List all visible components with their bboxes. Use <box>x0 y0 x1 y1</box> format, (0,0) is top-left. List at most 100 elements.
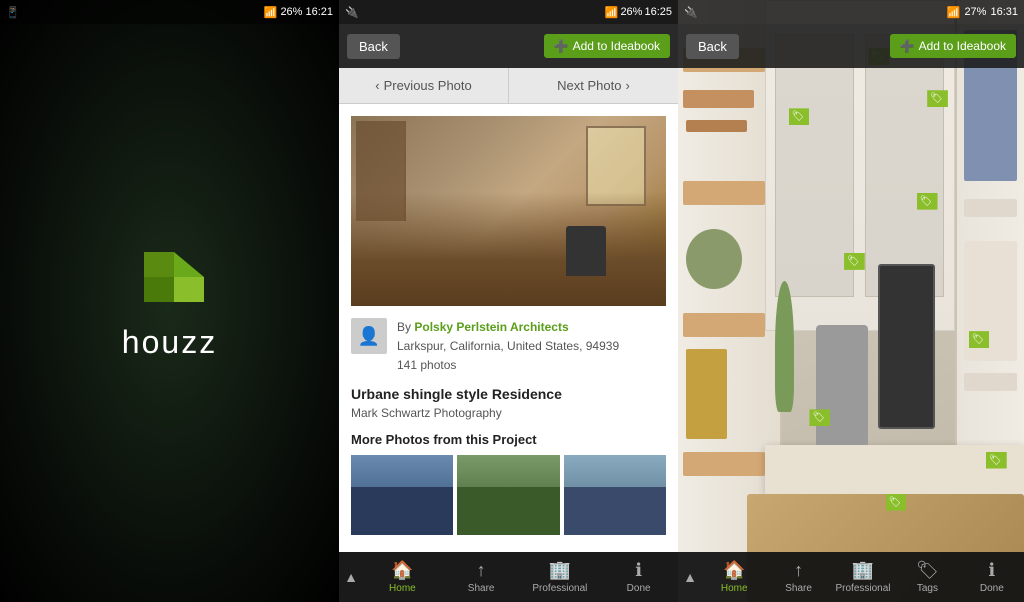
tagged-done-label: Done <box>980 583 1004 594</box>
photo-count: 141 photos <box>397 356 666 375</box>
plus-icon: ➕ <box>554 39 569 53</box>
detail-clock: 16:25 <box>644 6 672 18</box>
tag-6[interactable] <box>969 331 990 348</box>
prev-photo-button[interactable]: ‹ Previous Photo <box>339 68 509 103</box>
houzz-logo-text: houzz <box>122 324 217 361</box>
tagged-home-button[interactable]: 🏠 Home <box>702 560 766 594</box>
professional-icon: 🏢 <box>549 560 571 581</box>
done-label: Done <box>627 583 651 594</box>
battery-icon: 26% <box>280 6 302 18</box>
tag-8[interactable] <box>986 452 1007 469</box>
share-label: Share <box>468 583 495 594</box>
room-background <box>678 0 1024 602</box>
tagged-share-icon: ↑ <box>794 560 803 581</box>
home-button[interactable]: 🏠 Home <box>363 560 442 594</box>
by-label: By <box>397 320 411 334</box>
desk-surface <box>765 445 1024 493</box>
architect-link[interactable]: Polsky Perlstein Architects <box>414 320 568 334</box>
tag-4[interactable] <box>917 193 938 210</box>
splash-time: 16:21 <box>305 6 333 18</box>
detail-status-bar: 🔌 📶 26% 16:25 <box>339 0 678 24</box>
thumb-3[interactable] <box>564 455 666 535</box>
tagged-battery: 27% <box>964 6 986 18</box>
tagged-top-bar: Back ➕ Add to Ideabook <box>678 24 1024 68</box>
tag-9[interactable] <box>886 494 907 511</box>
tag-7[interactable] <box>809 409 830 426</box>
splash-status-icons: 📶 26% 16:21 <box>264 6 333 19</box>
thumb-1[interactable] <box>351 455 453 535</box>
tag-5[interactable] <box>844 253 865 270</box>
done-button[interactable]: ℹ Done <box>599 560 678 594</box>
room-chair-decor <box>566 226 606 276</box>
tagged-home-label: Home <box>721 583 748 594</box>
photo-image <box>351 116 666 306</box>
tagged-professional-label: Professional <box>836 583 891 594</box>
room-desk-decor <box>351 192 666 306</box>
detail-bottom-bar: ▲ 🏠 Home ↑ Share 🏢 Professional ℹ Done <box>339 552 678 602</box>
wifi-icon: 📶 <box>605 6 619 19</box>
battery-pct: 26% <box>620 6 642 18</box>
detail-content[interactable]: 👤 By Polsky Perlstein Architects Larkspu… <box>339 104 678 552</box>
professional-button[interactable]: 🏢 Professional <box>521 560 600 594</box>
tagged-photo-view <box>678 0 1024 602</box>
tagged-photo-panel: 🔌 📶 27% 16:31 Back ➕ Add to Ideabook <box>678 0 1024 602</box>
splash-status-icons-left: 📱 <box>6 6 20 19</box>
home-icon: 🏠 <box>391 560 413 581</box>
tagged-status-bar: 🔌 📶 27% 16:31 <box>678 0 1024 24</box>
tagged-bottom-bar: ▲ 🏠 Home ↑ Share 🏢 Professional 🏷 Tags ℹ… <box>678 552 1024 602</box>
architect-avatar: 👤 <box>351 318 387 354</box>
done-icon: ℹ <box>635 560 642 581</box>
tagged-home-icon: 🏠 <box>723 560 745 581</box>
share-icon: ↑ <box>477 560 486 581</box>
tagged-done-button[interactable]: ℹ Done <box>960 560 1024 594</box>
tagged-tags-label: Tags <box>917 583 938 594</box>
tagged-tags-button[interactable]: 🏷 Tags <box>895 560 959 594</box>
tagged-plus-icon: ➕ <box>900 39 915 53</box>
share-button[interactable]: ↑ Share <box>442 560 521 594</box>
tagged-add-ideabook-button[interactable]: ➕ Add to Ideabook <box>890 34 1016 58</box>
tagged-usb-icon: 🔌 <box>684 6 698 19</box>
tagged-share-label: Share <box>785 583 812 594</box>
tagged-done-icon: ℹ <box>988 560 995 581</box>
tagged-expand-icon[interactable]: ▲ <box>678 569 702 585</box>
tag-1[interactable] <box>789 108 810 125</box>
expand-icon[interactable]: ▲ <box>339 569 363 585</box>
more-photos-heading: More Photos from this Project <box>351 432 666 447</box>
photographer-credit: Mark Schwartz Photography <box>351 406 666 420</box>
detail-status-icons: 📶 26% 16:25 <box>605 6 672 19</box>
tagged-share-button[interactable]: ↑ Share <box>766 560 830 594</box>
add-ideabook-button[interactable]: ➕ Add to Ideabook <box>544 34 670 58</box>
tagged-tags-icon: 🏷 <box>916 560 939 581</box>
splash-panel: 📱 📶 26% 16:21 houzz <box>0 0 339 602</box>
room-chair <box>816 325 868 445</box>
main-photo[interactable] <box>351 116 666 306</box>
detail-time: 🔌 <box>345 6 359 19</box>
chevron-left-icon: ‹ <box>375 78 379 93</box>
thumb-2-house <box>457 487 559 535</box>
prev-photo-label: Previous Photo <box>384 78 472 93</box>
back-button[interactable]: Back <box>347 34 400 59</box>
tagged-professional-button[interactable]: 🏢 Professional <box>831 560 895 594</box>
signal-icon: 📶 <box>264 6 278 19</box>
photo-detail-panel: 🔌 📶 26% 16:25 Back ➕ Add to Ideabook ‹ P… <box>339 0 678 602</box>
houzz-logo: houzz <box>122 242 217 361</box>
tagged-professional-icon: 🏢 <box>852 560 874 581</box>
meta-by-line: By Polsky Perlstein Architects <box>397 318 666 337</box>
photo-nav-bar: ‹ Previous Photo Next Photo › <box>339 68 678 104</box>
thumb-1-house <box>351 487 453 535</box>
next-photo-label: Next Photo <box>557 78 621 93</box>
tagged-signal-icon: 📶 <box>947 6 961 19</box>
professional-label: Professional <box>532 583 587 594</box>
thumb-3-house <box>564 487 666 535</box>
chevron-right-icon: › <box>625 78 629 93</box>
next-photo-button[interactable]: Next Photo › <box>509 68 678 103</box>
thumbnail-strip <box>351 455 666 535</box>
home-label: Home <box>389 583 416 594</box>
tagged-back-button[interactable]: Back <box>686 34 739 59</box>
detail-top-bar: Back ➕ Add to Ideabook <box>339 24 678 68</box>
tagged-time: 16:31 <box>990 6 1018 18</box>
tag-3[interactable] <box>927 90 948 107</box>
houzz-logo-icon <box>134 242 204 312</box>
thumb-2[interactable] <box>457 455 559 535</box>
meta-details: By Polsky Perlstein Architects Larkspur,… <box>397 318 666 376</box>
